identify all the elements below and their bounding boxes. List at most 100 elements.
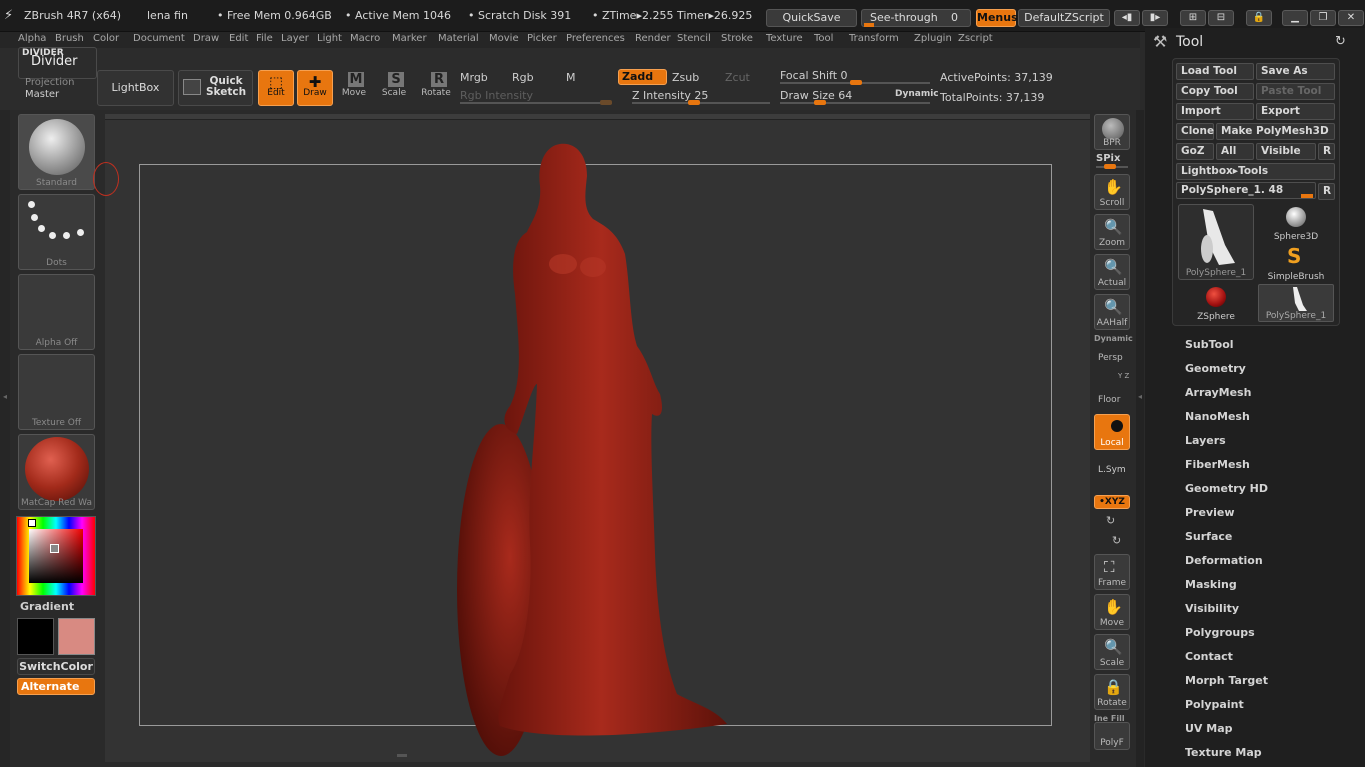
- z-intensity-slider[interactable]: [632, 100, 770, 105]
- alpha-off-button[interactable]: Alpha Off: [18, 274, 95, 350]
- color-picker[interactable]: [16, 516, 96, 596]
- clone-button[interactable]: Clone: [1176, 123, 1214, 140]
- current-tool-r-button[interactable]: R: [1318, 183, 1335, 200]
- move-view-button[interactable]: ✋ Move: [1094, 594, 1130, 630]
- divider-button[interactable]: DIVIDER Divider: [18, 47, 97, 79]
- close-icon[interactable]: ✕: [1338, 10, 1364, 26]
- section-deformation[interactable]: Deformation: [1185, 554, 1263, 567]
- dynamic-label[interactable]: Dynamic: [1094, 334, 1133, 343]
- menu-tool[interactable]: Tool: [814, 33, 833, 44]
- menu-transform[interactable]: Transform: [849, 33, 899, 44]
- rotate-button[interactable]: R Rotate: [419, 70, 453, 106]
- menu-movie[interactable]: Movie: [489, 33, 519, 44]
- dynamic-toggle[interactable]: Dynamic: [895, 89, 939, 99]
- goz-visible-button[interactable]: Visible: [1256, 143, 1316, 160]
- persp-button[interactable]: Persp: [1098, 353, 1123, 363]
- layout-b-icon[interactable]: ⊟: [1208, 10, 1234, 26]
- bpr-button[interactable]: BPR: [1094, 114, 1130, 150]
- zoom-button[interactable]: 🔍 Zoom: [1094, 214, 1130, 250]
- goz-all-button[interactable]: All: [1216, 143, 1254, 160]
- layout-left-icon[interactable]: ◂▮: [1114, 10, 1140, 26]
- menu-alpha[interactable]: Alpha: [18, 33, 46, 44]
- saturation-marker-icon[interactable]: [50, 544, 59, 553]
- main-color-swatch[interactable]: [17, 618, 54, 655]
- edit-button[interactable]: ⬚ Edit: [258, 70, 294, 106]
- switchcolor-button[interactable]: SwitchColor: [17, 658, 95, 675]
- menus-button[interactable]: Menus: [976, 9, 1018, 27]
- focal-shift-slider[interactable]: [780, 80, 930, 85]
- projection-master-button[interactable]: Master: [25, 89, 59, 100]
- see-through-slider[interactable]: See-through 0: [861, 9, 971, 27]
- thumb-polysphere-small[interactable]: PolySphere_1: [1258, 284, 1334, 322]
- thumb-sphere3d[interactable]: Sphere3D: [1258, 204, 1334, 242]
- menu-draw[interactable]: Draw: [193, 33, 219, 44]
- rotate-z-icon[interactable]: ↻: [1112, 534, 1121, 547]
- spix-slider[interactable]: [1096, 164, 1128, 169]
- m-button[interactable]: M: [566, 71, 576, 84]
- section-geometry[interactable]: Geometry: [1185, 362, 1246, 375]
- left-tray-divider[interactable]: [0, 110, 10, 767]
- xyz-button[interactable]: •XYZ: [1094, 495, 1130, 509]
- paste-tool-button[interactable]: Paste Tool: [1256, 83, 1335, 100]
- lightbox-tools-button[interactable]: Lightbox▸Tools: [1176, 163, 1335, 180]
- menu-macro[interactable]: Macro: [350, 33, 380, 44]
- tray-arrow-icon[interactable]: ◂: [1138, 392, 1142, 401]
- thumb-polysphere-main[interactable]: PolySphere_1: [1178, 204, 1254, 280]
- menu-material[interactable]: Material: [438, 33, 479, 44]
- local-button[interactable]: Local: [1094, 414, 1130, 450]
- canvas-bottom-handle[interactable]: [397, 754, 407, 757]
- menu-brush[interactable]: Brush: [55, 33, 84, 44]
- draw-button[interactable]: ✚ Draw: [297, 70, 333, 106]
- draw-size-slider[interactable]: [780, 100, 930, 105]
- load-tool-button[interactable]: Load Tool: [1176, 63, 1254, 80]
- layout-right-icon[interactable]: ▮▸: [1142, 10, 1168, 26]
- menu-layer[interactable]: Layer: [281, 33, 309, 44]
- lock-icon[interactable]: 🔒: [1246, 10, 1272, 26]
- lsym-button[interactable]: L.Sym: [1098, 465, 1126, 475]
- section-preview[interactable]: Preview: [1185, 506, 1235, 519]
- brush-standard-button[interactable]: Standard: [18, 114, 95, 190]
- export-button[interactable]: Export: [1256, 103, 1335, 120]
- menu-picker[interactable]: Picker: [527, 33, 557, 44]
- section-contact[interactable]: Contact: [1185, 650, 1233, 663]
- right-tray-divider[interactable]: [1136, 110, 1144, 767]
- section-layers[interactable]: Layers: [1185, 434, 1226, 447]
- section-polygroups[interactable]: Polygroups: [1185, 626, 1255, 639]
- section-morph-target[interactable]: Morph Target: [1185, 674, 1268, 687]
- menu-document[interactable]: Document: [133, 33, 185, 44]
- hue-marker-icon[interactable]: [28, 519, 36, 527]
- import-button[interactable]: Import: [1176, 103, 1254, 120]
- section-uv-map[interactable]: UV Map: [1185, 722, 1233, 735]
- minimize-icon[interactable]: ▁: [1282, 10, 1308, 26]
- section-visibility[interactable]: Visibility: [1185, 602, 1239, 615]
- section-surface[interactable]: Surface: [1185, 530, 1232, 543]
- thumb-zsphere[interactable]: ZSphere: [1178, 284, 1254, 322]
- menu-stencil[interactable]: Stencil: [677, 33, 711, 44]
- rotate-y-icon[interactable]: ↻: [1106, 514, 1115, 527]
- menu-color[interactable]: Color: [93, 33, 119, 44]
- secondary-color-swatch[interactable]: [58, 618, 95, 655]
- make-polymesh-button[interactable]: Make PolyMesh3D: [1216, 123, 1335, 140]
- menu-light[interactable]: Light: [317, 33, 342, 44]
- move-button[interactable]: M Move: [338, 70, 370, 106]
- rotate-view-button[interactable]: 🔒 Rotate: [1094, 674, 1130, 710]
- save-as-button[interactable]: Save As: [1256, 63, 1335, 80]
- section-masking[interactable]: Masking: [1185, 578, 1237, 591]
- section-geometry-hd[interactable]: Geometry HD: [1185, 482, 1268, 495]
- menu-render[interactable]: Render: [635, 33, 671, 44]
- menu-texture[interactable]: Texture: [766, 33, 803, 44]
- menu-marker[interactable]: Marker: [392, 33, 427, 44]
- menu-zplugin[interactable]: Zplugin: [914, 33, 952, 44]
- goz-r-button[interactable]: R: [1318, 143, 1335, 160]
- texture-off-button[interactable]: Texture Off: [18, 354, 95, 430]
- section-nanomesh[interactable]: NanoMesh: [1185, 410, 1250, 423]
- menu-zscript[interactable]: Zscript: [958, 33, 993, 44]
- material-button[interactable]: MatCap Red Wa: [18, 434, 95, 510]
- rgb-intensity-slider[interactable]: [460, 100, 612, 105]
- menu-file[interactable]: File: [256, 33, 273, 44]
- lightbox-button[interactable]: LightBox: [97, 70, 174, 106]
- section-texture-map[interactable]: Texture Map: [1185, 746, 1262, 759]
- default-zscript-button[interactable]: DefaultZScript: [1018, 9, 1110, 27]
- left-tray-arrow-icon[interactable]: ◂: [3, 392, 7, 401]
- zsub-button[interactable]: Zsub: [672, 71, 699, 84]
